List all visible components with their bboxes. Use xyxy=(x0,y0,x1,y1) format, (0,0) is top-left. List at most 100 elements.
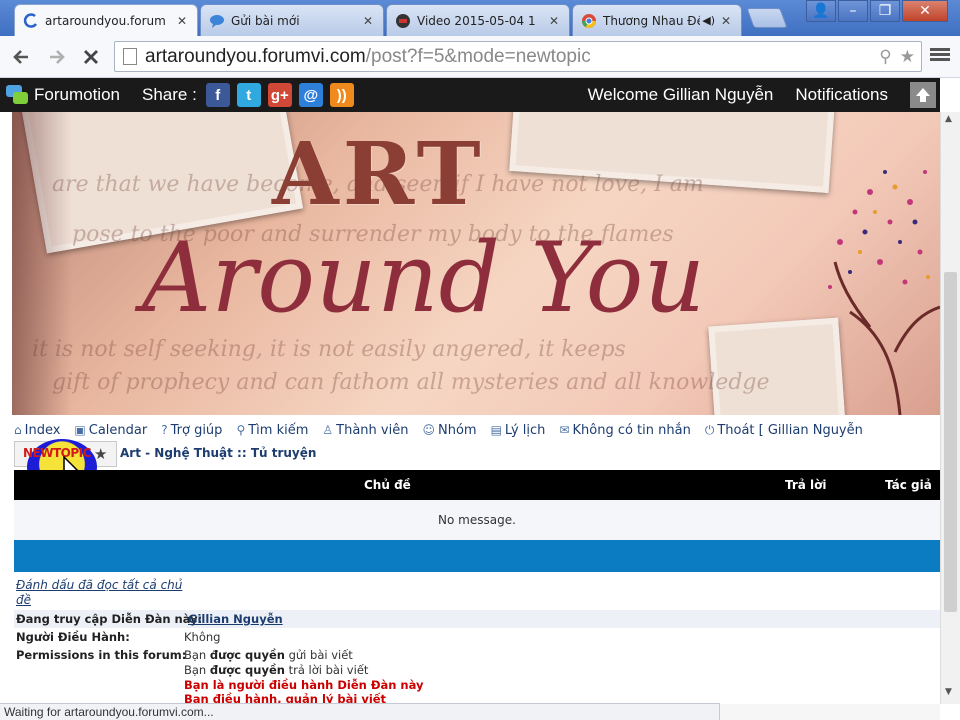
tab-label: Thương Nhau Đề xyxy=(603,13,701,28)
facebook-icon[interactable]: f xyxy=(205,83,230,107)
notifications-link[interactable]: Notifications xyxy=(795,85,888,105)
speaker-icon: ◀) xyxy=(702,14,715,27)
logout-icon: ⏻ xyxy=(704,422,715,437)
scroll-down-arrow-icon[interactable]: ▼ xyxy=(945,687,952,697)
home-icon: ⌂ xyxy=(14,423,22,437)
browser-toolbar: artaroundyou.forumvi.com/post?f=5&mode=n… xyxy=(0,36,960,78)
tab-artaroundyou[interactable]: artaroundyou.forum ✕ xyxy=(14,4,198,36)
browser-tab-strip: artaroundyou.forum ✕ Gửi bài mới ✕ Video… xyxy=(0,0,960,36)
banner-shade xyxy=(12,112,72,415)
nav-link-label: Thoát [ Gillian Nguyễn xyxy=(717,422,863,438)
column-header-replies: Trả lời xyxy=(785,478,827,492)
banner-background-script: it is not self seeking, it is not easily… xyxy=(32,337,626,362)
nav-link-label: Index xyxy=(24,422,61,438)
nav-link-group[interactable]: ☺ Nhóm xyxy=(422,421,476,439)
close-window-button[interactable]: ✕ xyxy=(902,0,948,22)
twitter-icon[interactable]: t xyxy=(236,83,261,107)
forumotion-brand[interactable]: Forumotion xyxy=(34,85,120,105)
table-footer-bar xyxy=(14,540,940,572)
scrollbar-thumb[interactable] xyxy=(944,272,957,612)
banner-title-around: Around You xyxy=(142,222,706,334)
url-host: artaroundyou.forumvi.com xyxy=(145,45,366,67)
welcome-user-link[interactable]: Welcome Gillian Nguyễn xyxy=(588,85,774,105)
share-label: Share : xyxy=(141,85,197,104)
permission-moderator: Bạn là người điều hành Diễn Đàn này xyxy=(184,678,424,692)
browser-status-bar: Waiting for artaroundyou.forumvi.com... xyxy=(0,703,720,720)
permission-post: Bạn được quyền gửi bài viết xyxy=(184,648,353,662)
browsing-user-link[interactable]: Gillian Nguyễn xyxy=(188,612,283,626)
message-icon: ✉ xyxy=(559,423,570,437)
new-tab-button[interactable] xyxy=(746,8,788,28)
star-icon: ★ xyxy=(94,445,108,463)
chrome-menu-icon[interactable] xyxy=(930,46,950,66)
restore-button[interactable]: ❐ xyxy=(870,0,900,22)
banner-title-art: ART xyxy=(272,124,485,225)
nav-link-calendar[interactable]: ▣ Calendar xyxy=(74,421,147,439)
profile-icon: ▤ xyxy=(490,423,502,437)
permissions-label: Permissions in this forum: xyxy=(16,648,187,662)
moderator-label: Người Điều Hành: xyxy=(16,630,130,644)
topic-table-header: Chủ đề Trả lời Tác giả xyxy=(14,470,940,500)
google-plus-icon[interactable]: g+ xyxy=(267,83,292,107)
nav-link-label: Lý lịch xyxy=(504,422,546,438)
bookmark-star-icon[interactable]: ★ xyxy=(900,47,915,67)
group-icon: ☺ xyxy=(422,423,435,437)
member-icon: ♙ xyxy=(322,423,334,437)
nav-link-label: Không có tin nhắn xyxy=(572,422,691,438)
nav-link-member[interactable]: ♙ Thành viên xyxy=(322,421,408,439)
nav-link-label: Calendar xyxy=(88,422,148,438)
tab-gui-bai-moi[interactable]: Gửi bài mới ✕ xyxy=(200,4,384,36)
arrow-right-icon xyxy=(50,50,65,64)
permission-reply: Bạn được quyền trả lời bài viết xyxy=(184,663,369,677)
banner-background-script: gift of prophecy and can fathom all myst… xyxy=(52,370,770,395)
stop-button[interactable] xyxy=(78,44,104,70)
nav-link-label: Thành viên xyxy=(336,422,409,438)
tab-label: Video 2015-05-04 1 xyxy=(417,13,536,28)
chrome-icon xyxy=(582,13,596,28)
loading-icon xyxy=(23,12,38,28)
tab-close-icon[interactable]: ✕ xyxy=(361,14,375,28)
horizontal-scroll-area xyxy=(720,704,940,720)
tab-close-icon[interactable]: ✕ xyxy=(175,14,189,28)
arrow-left-icon xyxy=(13,50,28,64)
moderator-value: Không xyxy=(184,630,221,644)
scroll-top-arrow-icon[interactable] xyxy=(910,82,936,108)
nav-link-profile[interactable]: ▤ Lý lịch xyxy=(491,421,546,439)
forumotion-logo-icon xyxy=(6,85,28,105)
page-vertical-scrollbar[interactable]: ▲ ▼ xyxy=(940,112,960,704)
url-path: /post?f=5&mode=newtopic xyxy=(365,45,591,67)
search-icon: ⚲ xyxy=(236,423,246,437)
minimize-button[interactable]: – xyxy=(838,0,868,22)
tab-label: Gửi bài mới xyxy=(231,13,300,28)
forum-navigation: ⌂ Index ▣ Calendar ? Trợ giúp ⚲ Tìm kiếm ♙ Thành … xyxy=(14,421,940,439)
nav-link-label: Nhóm xyxy=(437,422,477,438)
stop-x-icon xyxy=(84,50,98,64)
nav-link-label: Tìm kiếm xyxy=(248,422,309,438)
back-button[interactable] xyxy=(8,44,34,70)
forum-info-panel: Đang truy cập Diễn Đàn này: Gillian Nguy… xyxy=(14,610,940,706)
scroll-up-arrow-icon[interactable]: ▲ xyxy=(945,114,952,124)
user-profile-button[interactable]: 👤 xyxy=(806,0,836,22)
tab-close-icon[interactable]: ✕ xyxy=(547,14,561,28)
address-bar[interactable]: artaroundyou.forumvi.com/post?f=5&mode=n… xyxy=(114,41,922,72)
tab-close-icon[interactable]: ✕ xyxy=(719,14,733,28)
email-icon[interactable]: @ xyxy=(298,83,323,107)
music-notes-tree-decoration xyxy=(828,170,940,415)
rss-icon[interactable]: )) xyxy=(329,83,354,107)
browsing-label: Đang truy cập Diễn Đàn này: xyxy=(16,612,203,626)
forumotion-toolbar: Forumotion Share : f t g+ @)) Welcome Gilli… xyxy=(0,78,940,112)
tab-video[interactable]: Video 2015-05-04 1 ✕ xyxy=(386,4,570,36)
nav-link-help[interactable]: ? Trợ giúp xyxy=(161,421,222,439)
column-header-author: Tác giả xyxy=(885,478,932,492)
forum-banner: are that we have become, and seen if I h… xyxy=(12,112,940,415)
mark-all-read-link[interactable]: Đánh dấu đã đọc tất cả chủ đề xyxy=(16,578,186,608)
forward-button[interactable] xyxy=(44,44,70,70)
nav-link-home[interactable]: ⌂ Index xyxy=(14,421,60,439)
zoom-search-icon[interactable]: ⚲ xyxy=(879,47,891,67)
nav-link-search[interactable]: ⚲ Tìm kiếm xyxy=(236,421,308,439)
empty-topic-row: No message. xyxy=(14,500,940,540)
breadcrumb[interactable]: Art - Nghệ Thuật :: Tủ truyện xyxy=(120,446,316,460)
nav-link-message[interactable]: ✉ Không có tin nhắn xyxy=(559,421,690,439)
tab-thuong-nhau[interactable]: Thương Nhau Đề ◀) ✕ xyxy=(572,4,742,36)
nav-link-logout[interactable]: ⏻ Thoát [ Gillian Nguyễn xyxy=(705,421,863,439)
